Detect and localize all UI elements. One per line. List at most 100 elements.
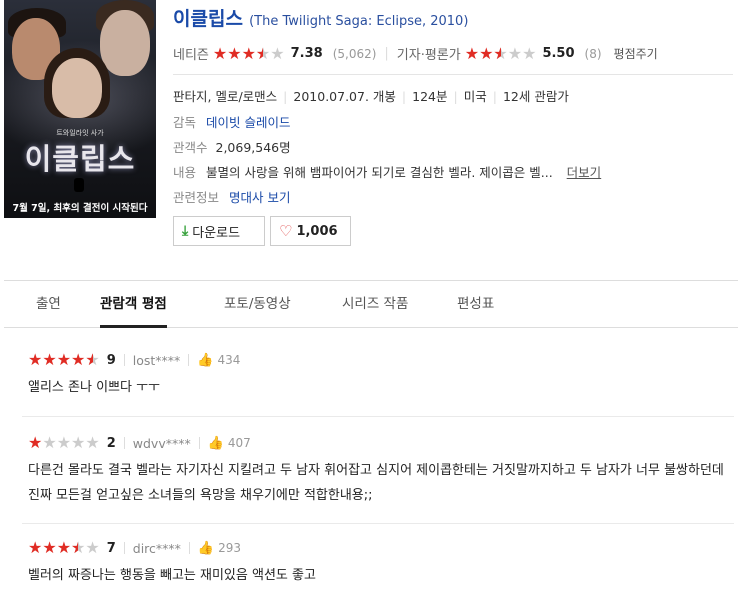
review-item: ★★★★★ 9 lost**** 👍 434 앨리스 존나 이쁘다 ㅜㅜ — [28, 351, 728, 400]
star-icon: ★ — [28, 350, 43, 369]
critic-score: 5.50 — [542, 46, 575, 61]
star-icon: ★ — [241, 43, 256, 63]
star-icon: ★ — [42, 538, 57, 557]
synopsis-line: 내용 불멸의 사랑을 위해 뱀파이어가 되기로 결심한 벨라. 제이콥은 벨..… — [173, 162, 601, 181]
tab-cast[interactable]: 출연 — [36, 281, 61, 328]
star-empty-icon: ★ — [71, 433, 86, 452]
review-user[interactable]: wdvv**** — [133, 436, 191, 451]
review-text: 벨러의 짜증나는 행동을 빼고는 재미있음 액션도 좋고 — [28, 568, 316, 583]
poster-figure-right — [100, 10, 150, 76]
tab-photo-video[interactable]: 포토/동영상 — [224, 281, 291, 328]
review-likes: 434 — [217, 353, 241, 367]
review-divider — [22, 416, 734, 417]
movie-original-title: (The Twilight Saga: Eclipse, 2010) — [249, 14, 469, 29]
star-icon: ★ — [464, 43, 480, 63]
rate-movie-link[interactable]: 평점주기 — [614, 45, 658, 62]
synopsis-more-link[interactable]: 더보기 — [567, 165, 602, 180]
movie-title[interactable]: 이클립스 — [173, 8, 243, 30]
tab-audience-rating[interactable]: 관람객 평점 — [100, 281, 167, 328]
netizen-stars: ★ ★ ★ ★ ★ — [212, 43, 285, 63]
star-empty-icon: ★ — [42, 433, 57, 452]
star-icon: ★ — [56, 538, 72, 557]
star-icon: ★ — [28, 433, 43, 452]
poster-title: 이클립스 — [24, 142, 136, 176]
review-item: ★ ★ ★ ★ ★ 2 wdvv**** 👍 407 다른건 몰라도 결국 벨라는 자기… — [28, 434, 728, 508]
star-empty-icon: ★ — [85, 538, 100, 557]
star-empty-icon: ★ — [85, 433, 100, 452]
audience-count: 2,069,546명 — [215, 140, 291, 155]
like-button[interactable]: ♡ 1,006 — [270, 216, 351, 246]
audience-label: 관객수 — [173, 140, 208, 155]
review-stars: ★ ★ ★ ★ ★ — [28, 538, 100, 557]
synopsis-label: 내용 — [173, 165, 197, 180]
star-icon: ★ — [56, 350, 72, 369]
review-header: ★ ★ ★ ★ ★ 2 wdvv**** 👍 407 — [28, 434, 728, 452]
audience-line: 관객수 2,069,546명 — [173, 137, 291, 156]
review-divider — [22, 523, 734, 524]
release-date[interactable]: 2010.07.07. 개봉 — [293, 89, 396, 104]
age-rating: 12세 관람가 — [502, 89, 569, 104]
review-user[interactable]: dirc**** — [133, 541, 181, 556]
review-user[interactable]: lost**** — [133, 353, 181, 368]
tab-bar: 출연 관람객 평점 포토/동영상 시리즈 작품 편성표 — [4, 280, 738, 328]
netizen-score: 7.38 — [290, 46, 323, 61]
genre[interactable]: 판타지, 멜로/로맨스 — [173, 89, 277, 104]
star-empty-icon: ★ — [270, 43, 285, 63]
star-half-icon: ★ — [71, 540, 85, 557]
review-stars: ★ ★ ★ ★ ★ — [28, 350, 100, 369]
star-icon: ★ — [71, 350, 86, 369]
review-text: 앨리스 존나 이쁘다 ㅜㅜ — [28, 380, 160, 395]
quotes-link[interactable]: 명대사 보기 — [229, 190, 290, 205]
star-empty-icon: ★ — [56, 433, 72, 452]
review-score: 9 — [106, 352, 116, 368]
review-score: 7 — [106, 540, 116, 556]
related-label: 관련정보 — [173, 190, 220, 205]
related-line: 관련정보 명대사 보기 — [173, 187, 290, 206]
movie-poster[interactable]: 트와일라잇 사가 이클립스 7월 7일, 최후의 결전이 시작된다 — [4, 0, 156, 218]
review-item: ★★★★★ 7 dirc**** 👍 293 벨러의 짜증나는 행동을 빼고는 … — [28, 539, 728, 588]
thumbs-up-icon[interactable]: 👍 — [208, 436, 224, 451]
review-header: ★★★★★ 7 dirc**** 👍 293 — [28, 539, 728, 557]
star-icon: ★ — [227, 43, 242, 63]
star-half-icon: ★ — [493, 45, 507, 62]
movie-summary-line: 판타지, 멜로/로맨스 | 2010.07.07. 개봉 | 124분 | 미국 | 12세 관… — [173, 89, 569, 104]
review-text: 다른건 몰라도 결국 벨라는 자기자신 지킬려고 두 남자 휘어잡고 심지어 제… — [28, 463, 724, 503]
download-label: 다운로드 — [192, 225, 241, 241]
review-header: ★★★★★ 9 lost**** 👍 434 — [28, 351, 728, 369]
critic-stars: ★ ★ ★ ★ ★ — [464, 43, 537, 63]
thumbs-up-icon[interactable]: 👍 — [198, 541, 214, 556]
review-likes: 293 — [218, 541, 242, 555]
netizen-count: (5,062) — [332, 46, 377, 61]
poster-tagline: 7월 7일, 최후의 결전이 시작된다 — [12, 203, 148, 214]
runtime: 124분 — [412, 89, 448, 104]
review-likes: 407 — [227, 436, 251, 450]
rating-divider: | — [384, 46, 389, 61]
star-icon: ★ — [479, 43, 494, 63]
star-icon: ★ — [42, 350, 57, 369]
star-empty-icon: ★ — [522, 43, 537, 63]
director-label: 감독 — [173, 115, 197, 130]
director-line: 감독 데이빗 슬레이드 — [173, 112, 290, 131]
star-icon: ★ — [212, 43, 228, 63]
synopsis-text: 불멸의 사랑을 위해 뱀파이어가 되기로 결심한 벨라. 제이콥은 벨... — [206, 165, 553, 180]
star-half-icon: ★ — [85, 352, 99, 369]
star-icon: ★ — [28, 538, 43, 557]
movie-title-line: 이클립스 (The Twilight Saga: Eclipse, 2010) — [173, 4, 468, 31]
poster-figure-center — [52, 58, 102, 118]
download-icon: ⤓ — [182, 223, 189, 239]
thumbs-up-icon[interactable]: 👍 — [197, 353, 213, 368]
country[interactable]: 미국 — [464, 89, 487, 104]
star-empty-icon: ★ — [507, 43, 523, 63]
critic-rating-label: 기자·평론가 — [396, 48, 461, 63]
critic-count: (8) — [584, 46, 602, 61]
header-divider — [173, 74, 733, 75]
poster-silhouette — [74, 178, 84, 192]
director-link[interactable]: 데이빗 슬레이드 — [206, 115, 290, 130]
like-count: 1,006 — [296, 223, 338, 239]
tab-schedule[interactable]: 편성표 — [457, 281, 494, 328]
heart-icon: ♡ — [279, 222, 293, 240]
download-button[interactable]: ⤓ 다운로드 — [173, 216, 265, 246]
review-stars: ★ ★ ★ ★ ★ — [28, 435, 100, 451]
netizen-rating-label: 네티즌 — [173, 48, 209, 63]
tab-series[interactable]: 시리즈 작품 — [342, 281, 408, 328]
